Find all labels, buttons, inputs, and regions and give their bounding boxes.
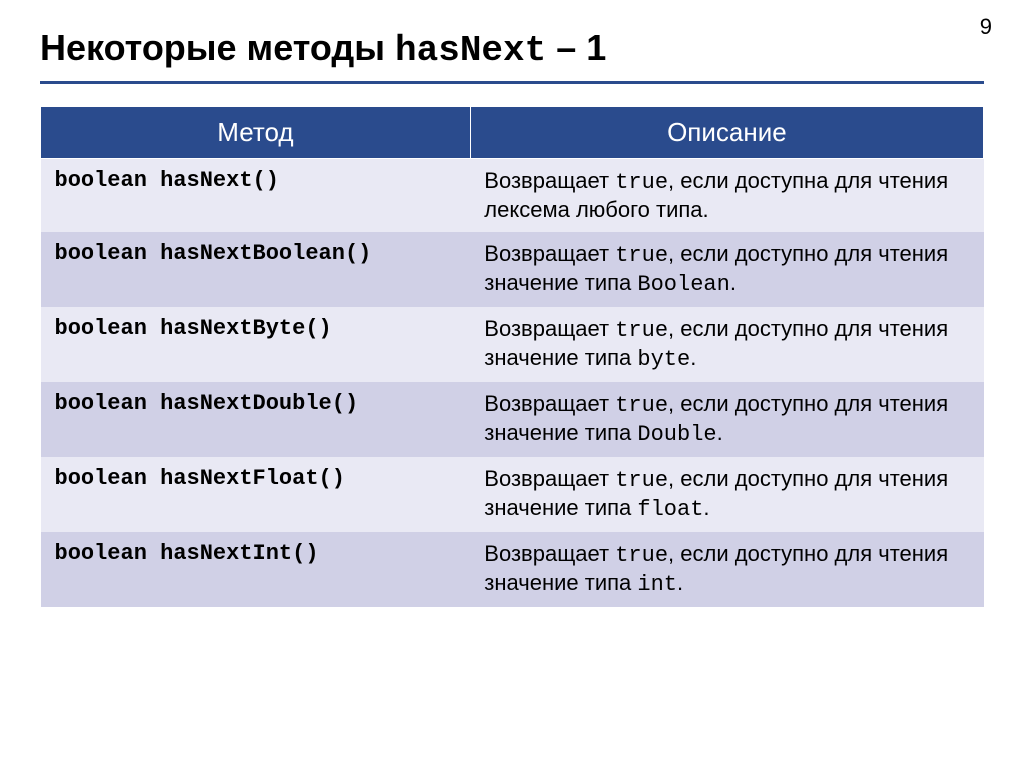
title-prefix: Некоторые методы <box>40 27 395 68</box>
description-cell: Возвращает true, если доступно для чтени… <box>470 382 983 457</box>
header-method: Метод <box>41 106 471 158</box>
method-cell: boolean hasNextDouble() <box>41 382 471 457</box>
method-cell: boolean hasNext() <box>41 158 471 232</box>
title-code: hasNext <box>395 30 546 71</box>
table-header-row: Метод Описание <box>41 106 984 158</box>
header-description: Описание <box>470 106 983 158</box>
table-row: boolean hasNextInt() Возвращает true, ес… <box>41 532 984 607</box>
table-row: boolean hasNextByte() Возвращает true, е… <box>41 307 984 382</box>
slide: 9 Некоторые методы hasNext – 1 Метод Опи… <box>0 0 1024 767</box>
table-row: boolean hasNextDouble() Возвращает true,… <box>41 382 984 457</box>
table-row: boolean hasNextBoolean() Возвращает true… <box>41 232 984 307</box>
page-number: 9 <box>980 14 992 40</box>
description-cell: Возвращает true, если доступна для чтени… <box>470 158 983 232</box>
title-rule <box>40 81 984 84</box>
description-cell: Возвращает true, если доступно для чтени… <box>470 532 983 607</box>
method-cell: boolean hasNextByte() <box>41 307 471 382</box>
description-cell: Возвращает true, если доступно для чтени… <box>470 232 983 307</box>
method-cell: boolean hasNextFloat() <box>41 457 471 532</box>
methods-table: Метод Описание boolean hasNext() Возвращ… <box>40 106 984 607</box>
table-row: boolean hasNextFloat() Возвращает true, … <box>41 457 984 532</box>
method-cell: boolean hasNextBoolean() <box>41 232 471 307</box>
title-suffix: – 1 <box>546 27 606 68</box>
method-cell: boolean hasNextInt() <box>41 532 471 607</box>
page-title: Некоторые методы hasNext – 1 <box>40 28 984 71</box>
table-row: boolean hasNext() Возвращает true, если … <box>41 158 984 232</box>
description-cell: Возвращает true, если доступно для чтени… <box>470 307 983 382</box>
description-cell: Возвращает true, если доступно для чтени… <box>470 457 983 532</box>
